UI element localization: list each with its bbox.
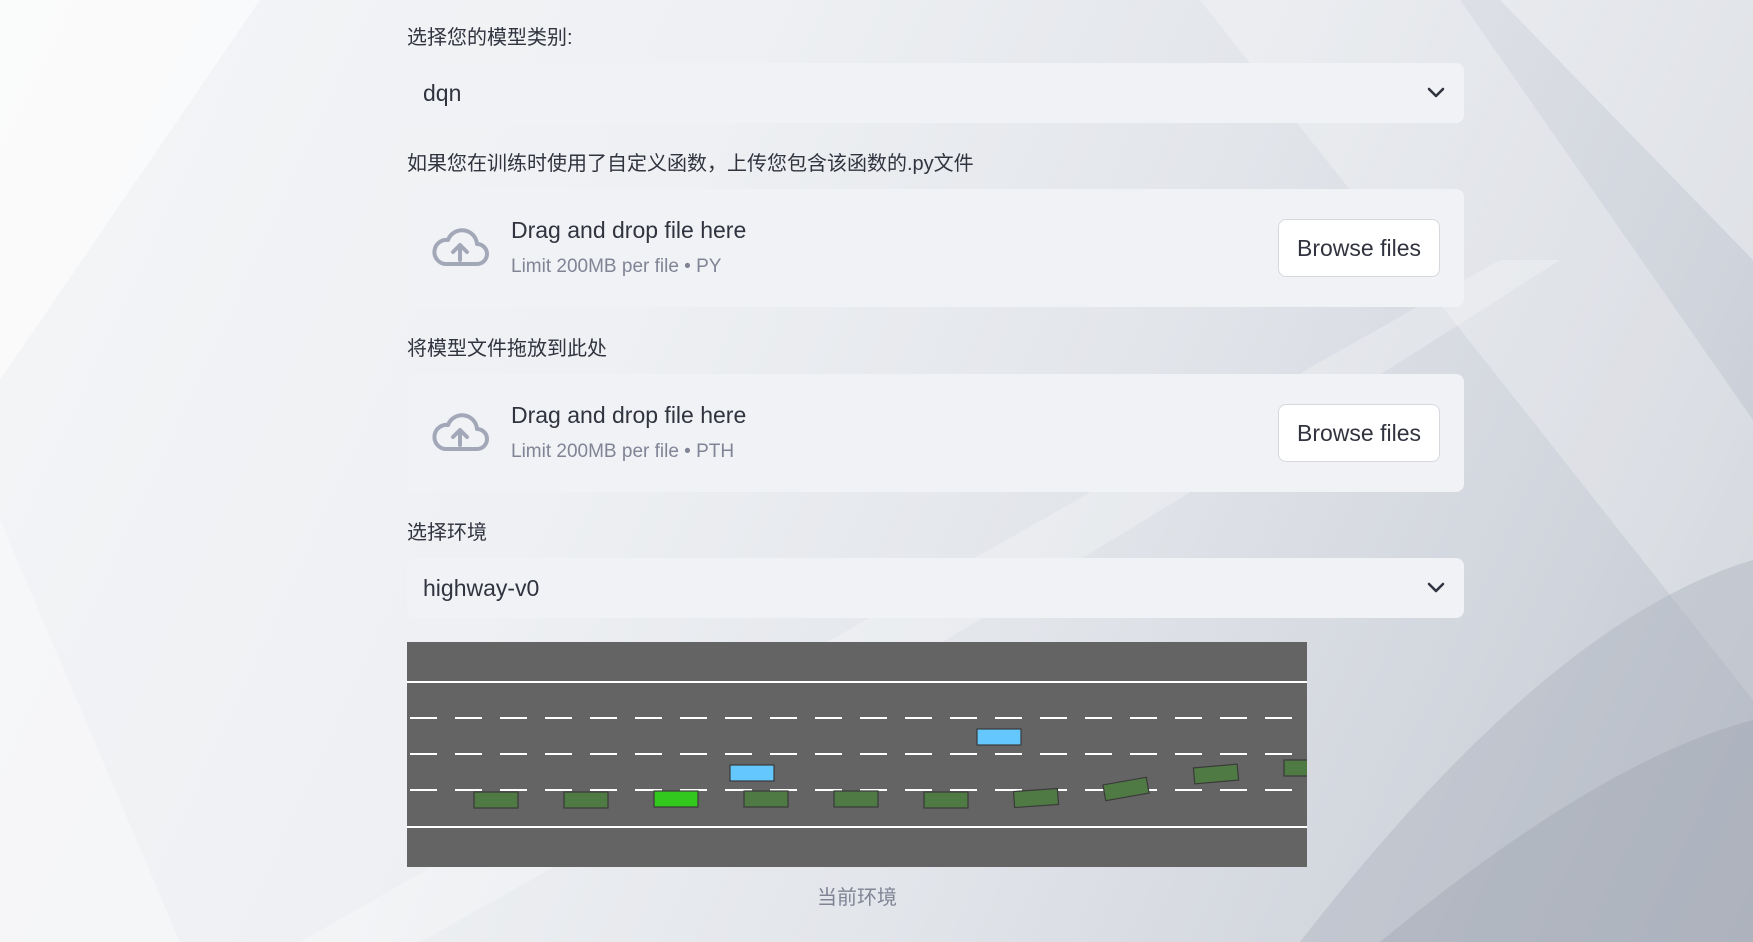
vehicle (743, 790, 789, 808)
env-label: 选择环境 (407, 522, 487, 544)
browse-files-button[interactable]: Browse files (1278, 219, 1440, 277)
model-file-dropzone[interactable]: Drag and drop file here Limit 200MB per … (407, 374, 1464, 492)
vehicle (729, 764, 775, 782)
env-caption: 当前环境 (817, 887, 897, 909)
vehicle (1012, 787, 1060, 809)
browse-files-button[interactable]: Browse files (1278, 404, 1440, 462)
vehicle (1192, 763, 1240, 785)
vehicle (563, 791, 609, 809)
highway-scene (407, 642, 1307, 867)
drag-drop-text: Drag and drop file here (511, 402, 747, 428)
model-type-select[interactable]: dqn (407, 63, 1464, 123)
cloud-upload-icon (432, 228, 489, 266)
ego-vehicle (653, 790, 699, 808)
vehicle (833, 790, 879, 808)
model-type-value: dqn (423, 79, 462, 106)
vehicle (1283, 759, 1307, 777)
environment-render-image (407, 642, 1307, 867)
road-surface (407, 642, 1307, 867)
file-limit-text: Limit 200MB per file • PY (511, 256, 722, 277)
chevron-down-icon (1424, 576, 1448, 600)
custom-func-dropzone[interactable]: Drag and drop file here Limit 200MB per … (407, 189, 1464, 307)
file-limit-text: Limit 200MB per file • PTH (511, 441, 735, 462)
vehicle (976, 728, 1022, 746)
model-file-label: 将模型文件拖放到此处 (407, 338, 607, 360)
vehicle (473, 791, 519, 809)
chevron-down-icon (1424, 81, 1448, 105)
vehicle (923, 791, 969, 809)
env-select[interactable]: highway-v0 (407, 558, 1464, 618)
model-type-label: 选择您的模型类别: (407, 27, 573, 49)
custom-func-label: 如果您在训练时使用了自定义函数，上传您包含该函数的.py文件 (407, 153, 974, 175)
env-value: highway-v0 (423, 574, 540, 601)
drag-drop-text: Drag and drop file here (511, 217, 747, 243)
cloud-upload-icon (432, 413, 489, 451)
